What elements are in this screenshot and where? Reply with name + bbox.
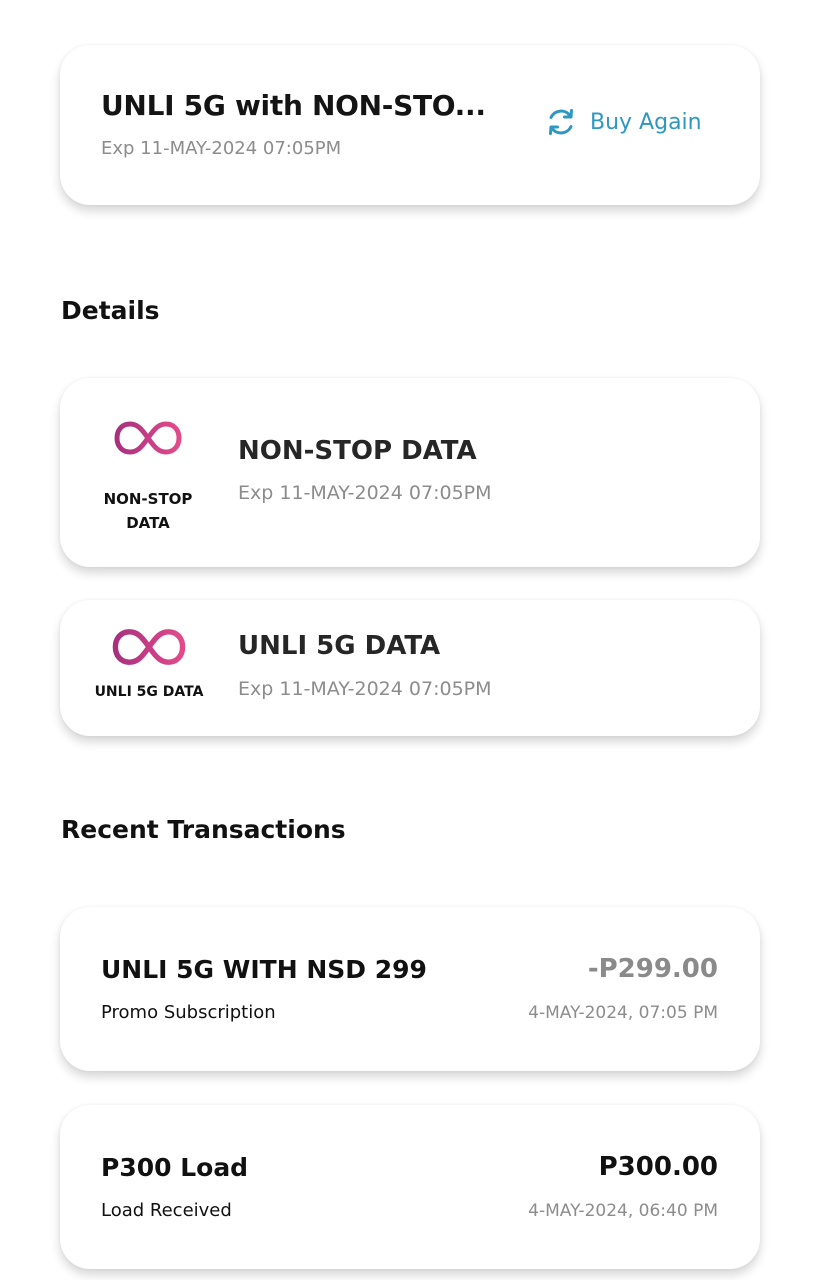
recent-transactions-heading: Recent Transactions xyxy=(61,815,346,844)
detail-card-unli-5g-data[interactable]: UNLI 5G DATA UNLI 5G DATA Exp 11-MAY-202… xyxy=(60,600,760,736)
icon-caption: UNLI 5G DATA xyxy=(94,684,204,700)
transaction-title: UNLI 5G WITH NSD 299 xyxy=(101,955,427,984)
transaction-card[interactable]: UNLI 5G WITH NSD 299 Promo Subscription … xyxy=(60,907,760,1071)
details-heading: Details xyxy=(61,296,160,325)
detail-name: NON-STOP DATA xyxy=(238,436,477,466)
infinity-icon xyxy=(114,421,182,455)
transaction-title: P300 Load xyxy=(101,1153,249,1182)
transaction-type: Promo Subscription xyxy=(101,1002,276,1023)
detail-expiry: Exp 11-MAY-2024 07:05PM xyxy=(238,678,492,700)
transaction-type: Load Received xyxy=(101,1200,232,1221)
transaction-date: 4-MAY-2024, 07:05 PM xyxy=(528,1003,718,1023)
detail-expiry: Exp 11-MAY-2024 07:05PM xyxy=(238,482,492,504)
icon-caption: NON-STOP DATA xyxy=(103,490,193,532)
transaction-card[interactable]: P300 Load Load Received P300.00 4-MAY-20… xyxy=(60,1105,760,1269)
infinity-icon xyxy=(112,629,186,665)
promo-name: UNLI 5G with NON-STO... xyxy=(101,89,486,122)
detail-name: UNLI 5G DATA xyxy=(238,631,441,661)
refresh-icon xyxy=(549,109,573,135)
detail-card-non-stop-data[interactable]: NON-STOP DATA NON-STOP DATA Exp 11-MAY-2… xyxy=(60,378,760,567)
transaction-amount: -P299.00 xyxy=(587,954,718,984)
transaction-amount: P300.00 xyxy=(598,1152,718,1182)
page: UNLI 5G with NON-STO... Exp 11-MAY-2024 … xyxy=(0,0,820,1280)
promo-card: UNLI 5G with NON-STO... Exp 11-MAY-2024 … xyxy=(60,45,760,205)
transaction-date: 4-MAY-2024, 06:40 PM xyxy=(528,1201,718,1221)
buy-again-button[interactable]: Buy Again xyxy=(544,105,702,139)
promo-expiry: Exp 11-MAY-2024 07:05PM xyxy=(101,138,342,159)
buy-again-label: Buy Again xyxy=(590,109,702,135)
